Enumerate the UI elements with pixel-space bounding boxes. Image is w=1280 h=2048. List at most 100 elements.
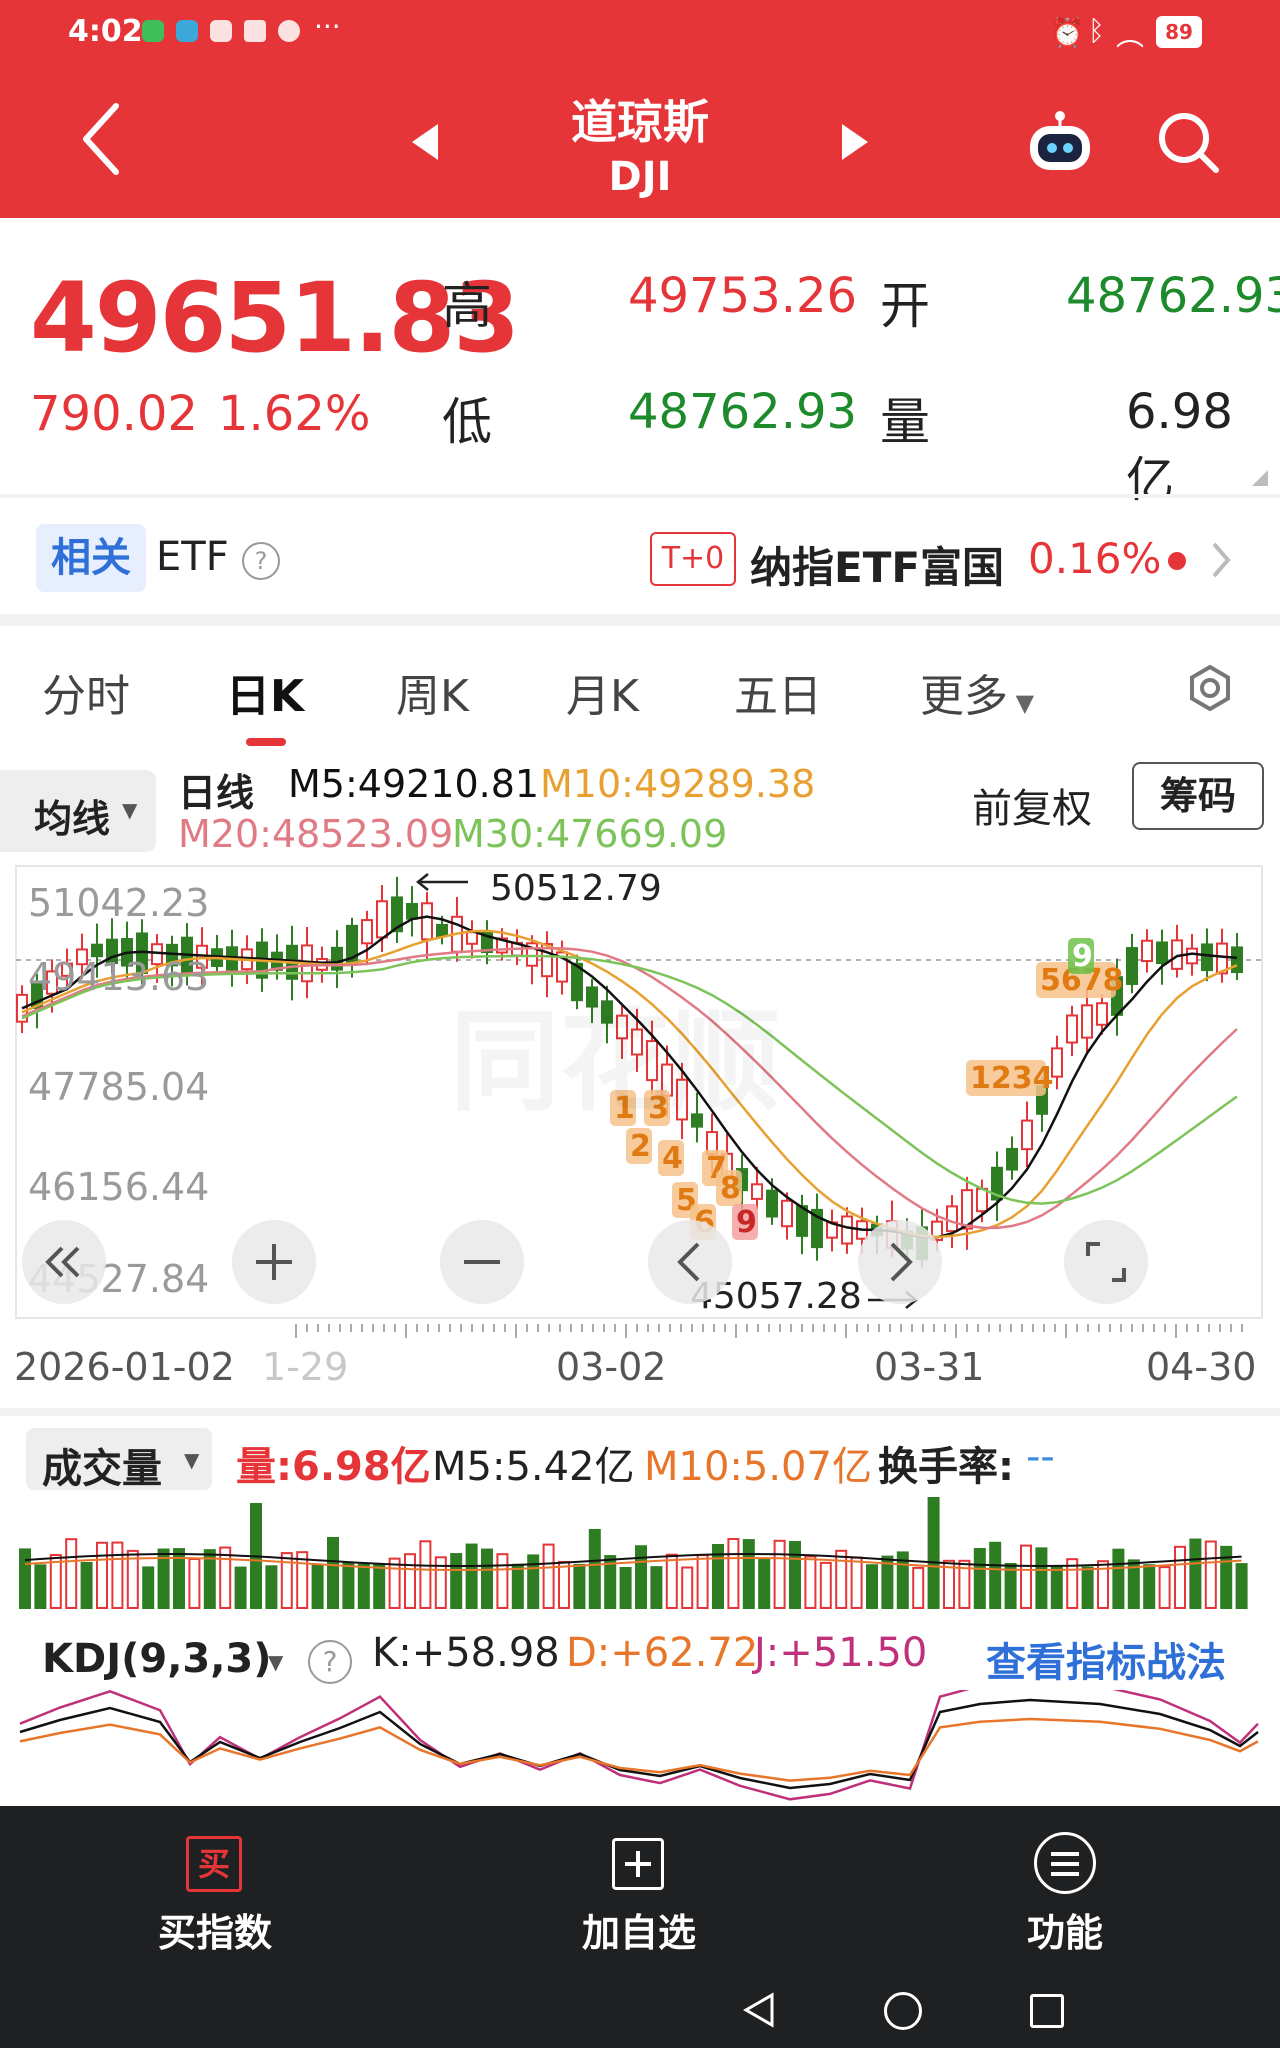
divider: [0, 494, 1280, 498]
volume-bar: [912, 1566, 925, 1610]
settings-icon[interactable]: [1186, 664, 1234, 716]
volume-bar: [650, 1566, 663, 1609]
volume-indicator-selector[interactable]: 成交量 ▼: [26, 1428, 212, 1492]
volume-m5: M5:5.42亿: [432, 1444, 635, 1490]
search-icon[interactable]: [1156, 110, 1220, 178]
section-divider: [0, 614, 1280, 626]
volume-bar: [1050, 1566, 1063, 1609]
volume-bar: [727, 1538, 740, 1609]
volume-bar: [219, 1546, 232, 1609]
functions-label: 功能: [1026, 1911, 1103, 1955]
t0-badge: T+0: [650, 532, 736, 586]
volume-bar: [142, 1566, 155, 1609]
candle-body: [361, 919, 373, 945]
nav-recents-icon[interactable]: [1030, 1994, 1064, 2028]
expand-quote-icon[interactable]: [1252, 470, 1268, 486]
volume-bar: [80, 1561, 93, 1610]
candle-body: [376, 900, 388, 939]
scroll-left-fast-button[interactable]: [22, 1220, 106, 1304]
wifi-icon: ︵: [1116, 19, 1145, 52]
volume-value: 6.98亿: [1126, 384, 1233, 508]
candle-body: [1006, 1147, 1018, 1171]
candlestick-chart[interactable]: 132478569123456789 同花顺 51042.23 49413.63…: [0, 860, 1280, 1400]
app-notification-icon: [210, 20, 232, 42]
help-icon[interactable]: ?: [308, 1640, 352, 1684]
volume-indicator-label: 成交量: [42, 1446, 162, 1492]
indicator-selector[interactable]: 均线 ▼: [0, 770, 156, 852]
next-index-icon[interactable]: [840, 122, 870, 166]
volume-bar: [989, 1541, 1002, 1609]
help-icon[interactable]: ?: [242, 542, 280, 580]
volume-bar: [588, 1529, 601, 1609]
live-dot-icon: [1168, 552, 1186, 570]
volume-bar: [450, 1553, 463, 1610]
fullscreen-button[interactable]: [1064, 1220, 1148, 1304]
tab-five-day[interactable]: 五日: [734, 660, 822, 724]
chips-button[interactable]: 筹码: [1132, 762, 1264, 830]
nav-home-icon[interactable]: [884, 1992, 922, 2030]
volume-bar: [1174, 1545, 1186, 1609]
volume-bar: [789, 1540, 801, 1609]
volume-chart: [19, 1497, 1248, 1610]
ma10-value: M10:49289.38: [540, 762, 816, 806]
kdj-lines-layer: [19, 1690, 1259, 1801]
kdj-d-value: D:+62.72: [566, 1630, 759, 1676]
plus-box-icon: [612, 1838, 664, 1890]
kdj-j-value: J:+51.50: [754, 1630, 928, 1676]
shield-app-icon: [176, 20, 198, 42]
app-notification-icon-2: [244, 20, 266, 42]
chevron-right-icon[interactable]: [1210, 540, 1232, 584]
tab-weekly-k[interactable]: 周K: [396, 660, 469, 724]
volume-bar: [804, 1555, 817, 1609]
zoom-out-button[interactable]: [440, 1220, 524, 1304]
etf-name[interactable]: 纳指ETF富国: [750, 534, 1004, 595]
volume-bar: [296, 1551, 309, 1609]
volume-bar: [19, 1548, 31, 1609]
buy-index-button[interactable]: 买 买指数: [130, 1806, 300, 1976]
volume-bar: [34, 1564, 47, 1609]
candle-body: [1231, 946, 1243, 974]
add-watchlist-button[interactable]: 加自选: [554, 1806, 724, 1976]
kdj-chart: [19, 1690, 1259, 1801]
candle-body: [1066, 1014, 1078, 1044]
turnover-label: 换手率:: [878, 1444, 1014, 1490]
scroll-left-button[interactable]: [648, 1220, 732, 1304]
indicator-strategy-link[interactable]: 查看指标战法: [986, 1630, 1226, 1688]
kdj-indicator-selector[interactable]: KDJ(9,3,3) ▼: [26, 1616, 294, 1698]
volume-bar: [419, 1540, 432, 1609]
high-annotation: 50512.79: [490, 868, 662, 909]
volume-bar: [357, 1563, 370, 1609]
date-axis-label-1: 1-29: [262, 1345, 348, 1389]
zoom-in-button[interactable]: [232, 1220, 316, 1304]
volume-bar: [1112, 1548, 1125, 1609]
volume-bar: [65, 1538, 78, 1609]
indicator-label: 均线: [34, 797, 111, 841]
volume-bar: [1158, 1566, 1171, 1609]
functions-button[interactable]: 功能: [980, 1806, 1150, 1976]
alarm-icon: ⏰: [1050, 16, 1085, 49]
high-label: 高: [442, 277, 492, 335]
scroll-right-button[interactable]: [858, 1220, 942, 1304]
ma20-value: M20:48523.09: [178, 812, 454, 856]
candle-body: [766, 1189, 778, 1218]
tab-more-label: 更多: [920, 671, 1008, 722]
tab-daily-k[interactable]: 日K: [226, 660, 304, 724]
volume-bar: [1220, 1545, 1233, 1609]
volume-bar: [758, 1557, 771, 1609]
volume-bar: [635, 1545, 647, 1609]
nav-back-icon[interactable]: [742, 1992, 776, 2032]
tab-monthly-k[interactable]: 月K: [566, 660, 639, 724]
adjust-mode[interactable]: 前复权: [972, 776, 1092, 834]
battery-icon: 89: [1156, 16, 1202, 48]
volume-bar: [311, 1564, 324, 1610]
tab-intraday[interactable]: 分时: [42, 660, 130, 724]
volume-bar: [496, 1553, 509, 1609]
tab-more[interactable]: 更多 ▼: [920, 660, 1034, 724]
dropdown-icon: ▼: [268, 1650, 284, 1674]
app-notification-icon-3: [278, 20, 300, 42]
turnover-value: --: [1026, 1434, 1055, 1480]
volume-bar: [342, 1562, 355, 1609]
price-axis-label-2: 47785.04: [28, 1065, 209, 1109]
volume-bar: [542, 1543, 555, 1609]
robot-assistant-icon[interactable]: [1024, 110, 1096, 178]
